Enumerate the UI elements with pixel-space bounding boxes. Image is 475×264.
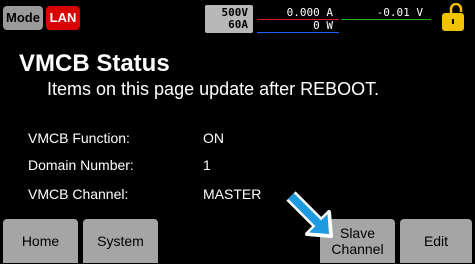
page-subtitle: Items on this page update after REBOOT. [47,79,380,99]
output-readout: 500V 60A 0.000 A -0.01 V 0 W [205,5,433,33]
domain-number-label: Domain Number: [28,157,134,173]
power-reading: 0 W [313,19,333,32]
voltage-underline [341,19,431,20]
domain-number-value: 1 [203,157,211,173]
page-title: VMCB Status [19,50,170,77]
current-reading: 0.000 A [286,6,333,19]
vmcb-function-label: VMCB Function: [28,130,130,146]
slave-channel-label-line2: Channel [331,241,384,257]
unlocked-padlock-icon [446,3,463,27]
vmcb-channel-label: VMCB Channel: [28,186,129,202]
lan-status-badge: LAN [46,6,80,30]
rating-box: 500V 60A [205,5,253,33]
vmcb-function-value: ON [203,130,224,146]
rated-current: 60A [228,18,248,31]
voltage-reading: -0.01 V [376,6,423,19]
lock-button[interactable] [442,3,464,31]
system-button[interactable]: System [83,219,158,263]
vmcb-channel-value: MASTER [203,186,262,202]
mode-button[interactable]: Mode [3,6,43,30]
home-button[interactable]: Home [3,219,78,263]
pointer-arrow-icon [286,191,333,238]
status-bar: Mode LAN 500V 60A 0.000 A -0.01 V 0 W [0,0,475,36]
power-underline [257,32,339,33]
edit-button[interactable]: Edit [400,219,472,263]
